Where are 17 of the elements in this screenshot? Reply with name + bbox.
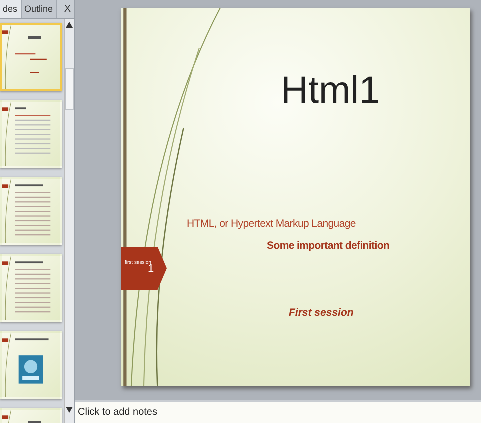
slide-thumbnail[interactable] (0, 331, 62, 399)
slide-thumbnail[interactable] (0, 254, 62, 322)
slide-footer-text: First session (289, 307, 354, 319)
close-button[interactable]: X (61, 0, 74, 18)
notes-field[interactable]: Click to add notes (75, 400, 481, 423)
panel-tab[interactable]: des (0, 0, 22, 18)
slide-thumbnail[interactable] (0, 177, 62, 245)
tag-number: 1 (148, 263, 154, 275)
panel-tab[interactable]: Outline (22, 0, 58, 18)
slide-heading: Some important definition (267, 240, 390, 252)
scrollbar-thumb[interactable] (65, 68, 74, 110)
slide-thumbnail[interactable] (0, 100, 62, 168)
scroll-up-icon[interactable] (66, 22, 73, 28)
slide-subtitle: HTML, or Hypertext Markup Language (187, 218, 356, 230)
slide-title: Html1 (281, 70, 380, 113)
scroll-down-icon[interactable] (66, 407, 73, 413)
slide-thumbnail[interactable] (0, 23, 62, 91)
